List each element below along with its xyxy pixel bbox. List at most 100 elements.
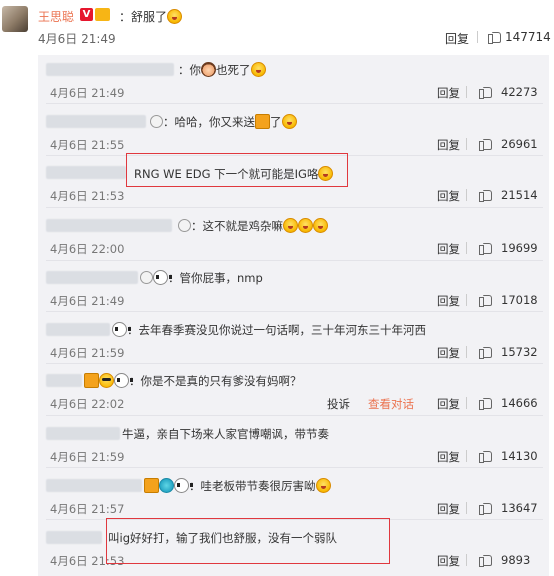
like-count: 15732 [501,345,538,359]
sunglasses-emoji-icon [99,373,114,388]
blurred-username [46,166,126,179]
reply-button[interactable]: 回复 [437,449,460,465]
like-thumb-icon[interactable] [479,552,492,567]
gift-emoji-icon [84,373,99,388]
like-thumb-icon[interactable] [479,292,492,307]
divider [46,311,543,312]
blurred-username [46,374,82,387]
like-thumb-icon[interactable] [479,500,492,515]
like-thumb-icon[interactable] [488,29,501,44]
reply-button[interactable]: 回复 [437,85,460,101]
reply-button[interactable]: 回复 [437,188,460,204]
reply-button[interactable]: 回复 [437,553,460,569]
divider [46,103,543,104]
divider [466,294,467,306]
reply-button[interactable]: 回复 [437,501,460,517]
like-count: 13647 [501,501,538,515]
divider [466,397,467,409]
comment-date[interactable]: 4月6日 21:55 [50,137,124,153]
comment-date[interactable]: 4月6日 21:59 [50,345,124,361]
view-conversation-link[interactable]: 查看对话 [368,396,414,412]
comment-date[interactable]: 4月6日 21:49 [50,85,124,101]
blurred-username [46,271,138,284]
blurred-username [46,219,172,232]
member-badge-icon [150,115,163,128]
highlight-box [126,153,348,187]
report-button[interactable]: 投诉 [327,396,350,412]
like-count: 19699 [501,241,538,255]
member-badge-icon [178,219,191,232]
reply-button[interactable]: 回复 [445,30,469,47]
grin-emoji-icon [315,478,331,493]
blurred-username [46,531,102,544]
like-count: 14130 [501,449,538,463]
divider [466,189,467,201]
divider [466,86,467,98]
grin-emoji-icon [250,62,266,77]
like-thumb-icon[interactable] [479,84,492,99]
divider [46,363,543,364]
blurred-username [46,115,146,128]
comment-text: ：你 也死了 [178,62,266,78]
grin-emoji-icon [313,218,328,233]
like-thumb-icon[interactable] [479,448,492,463]
grin-emoji-icon [167,9,183,24]
like-count: 26961 [501,137,538,151]
like-thumb-icon[interactable] [479,344,492,359]
divider [466,554,467,566]
post-header: 王思聪 V ：舒服了 4月6日 21:49 回复 147714 [0,0,554,55]
blurred-username [46,323,110,336]
panda-icon [153,270,172,285]
divider [466,502,467,514]
divider [46,260,543,261]
reply-button[interactable]: 回复 [437,293,460,309]
divider [46,415,543,416]
divider [477,31,478,43]
reply-button[interactable]: 回复 [437,241,460,257]
comment-text: ：你是不是真的只有爹没有妈啊？ [84,373,302,389]
comment-date[interactable]: 4月6日 22:00 [50,241,124,257]
reply-button[interactable]: 回复 [437,396,460,412]
like-count: 14666 [501,396,538,410]
girl-emoji-icon [201,62,216,77]
comment-text: ：哈哈，你又来送了 [150,114,297,130]
divider [46,467,543,468]
comment-text: ：这不就是鸡杂嘛 [178,218,328,234]
highlight-box [106,518,390,564]
grin-emoji-icon [281,114,297,129]
member-badge-icon [140,271,153,284]
comment-date[interactable]: 4月6日 21:57 [50,501,124,517]
blue-badge-icon [159,478,174,493]
comment-date[interactable]: 4月6日 21:53 [50,188,124,204]
comment-list: ：你 也死了 4月6日 21:49 回复 42273 ：哈哈，你又来送了 4月6日… [38,55,549,576]
post-date[interactable]: 4月6日 21:49 [38,30,116,47]
grin-emoji-icon [283,218,298,233]
divider [46,207,543,208]
comment-date[interactable]: 4月6日 22:02 [50,396,124,412]
blurred-username [46,63,174,76]
avatar[interactable] [2,6,28,32]
divider [466,450,467,462]
reply-button[interactable]: 回复 [437,345,460,361]
like-count: 147714 [505,30,551,44]
like-count: 21514 [501,188,538,202]
gift-emoji-icon [144,478,159,493]
reply-button[interactable]: 回复 [437,137,460,153]
like-thumb-icon[interactable] [479,240,492,255]
post-text: ：舒服了 [119,8,183,25]
comment-date[interactable]: 4月6日 21:49 [50,293,124,309]
like-thumb-icon[interactable] [479,187,492,202]
like-thumb-icon[interactable] [479,395,492,410]
comment-text: 牛逼，亲自下场来人家官博嘲讽，带节奏 [122,427,329,441]
comment-date[interactable]: 4月6日 21:59 [50,449,124,465]
divider [466,346,467,358]
panda-icon [114,373,133,388]
comment-text: ：管你屁事，nmp [140,270,263,286]
panda-icon [112,322,131,337]
author-name[interactable]: 王思聪 [38,8,74,25]
like-thumb-icon[interactable] [479,136,492,151]
comment-text: ：去年春季赛没见你说过一句话啊，三十年河东三十年河西 [112,322,426,338]
divider [466,138,467,150]
like-count: 42273 [501,85,538,99]
divider [466,242,467,254]
